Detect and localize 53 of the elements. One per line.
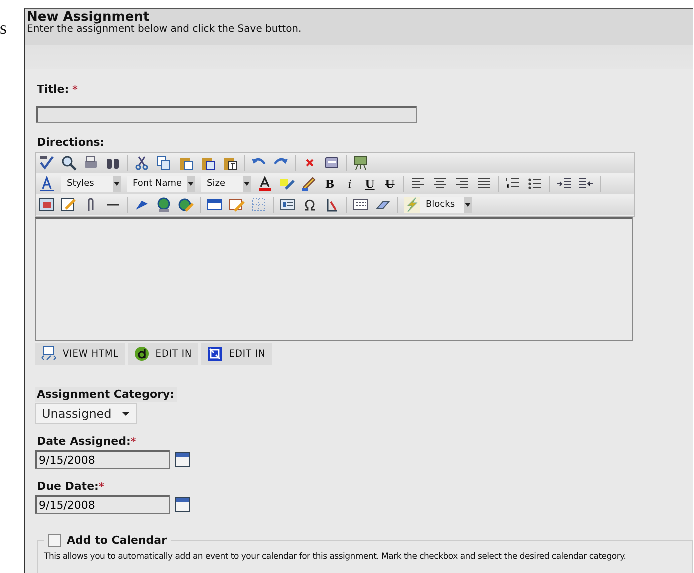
field-label: Title: * (36, 82, 79, 97)
editor-tab[interactable]: EDIT IN (201, 343, 272, 365)
page-title: New Assignment (27, 9, 150, 25)
frame-icon[interactable] (353, 197, 369, 213)
spellcheck-icon[interactable] (39, 155, 55, 171)
highlight-icon[interactable] (279, 176, 295, 192)
magnifier-icon[interactable] (61, 155, 77, 171)
letter-d-circle-icon (134, 346, 150, 362)
pencil-icon[interactable] (301, 176, 317, 192)
presentation-icon[interactable] (353, 155, 369, 171)
globe-icon[interactable] (156, 197, 172, 213)
text-box-icon[interactable] (280, 197, 296, 213)
edge-text: s (0, 17, 8, 40)
date-field[interactable]: 9/15/2008 (35, 495, 170, 514)
checkbox-label[interactable]: Add to Calendar (67, 534, 168, 547)
code-page-icon (41, 346, 57, 362)
scissors-icon[interactable] (134, 155, 150, 171)
edit-image-icon[interactable] (61, 197, 77, 213)
editor-tab[interactable]: VIEW HTML (35, 343, 125, 365)
field-label: Assignment Category: (35, 387, 177, 402)
text-style-icon[interactable] (39, 176, 55, 192)
editor-tab[interactable]: EDIT IN (128, 343, 198, 365)
date-field[interactable]: 9/15/2008 (35, 450, 170, 469)
category-select[interactable]: Unassigned (35, 403, 137, 424)
toolbar-dropdown[interactable]: Styles (61, 176, 121, 192)
field-label: Directions: (36, 135, 106, 150)
toolbar-dropdown[interactable]: Font Name (127, 176, 195, 192)
format-button[interactable]: U (363, 178, 377, 190)
calendar-description: This allows you to automatically add an event to your calendar for this assignment. Mark the checkbox and select the desired calendar category. (44, 552, 628, 562)
table-icon[interactable] (207, 197, 223, 213)
calendar-icon[interactable] (175, 497, 190, 512)
bullet-list-icon[interactable] (527, 176, 543, 192)
format-button[interactable]: i (343, 178, 357, 190)
globe-edit-icon[interactable] (178, 197, 194, 213)
table-edit-icon[interactable] (229, 197, 245, 213)
page-subtitle: Enter the assignment below and click the Save button. (27, 24, 303, 35)
arrows-square-icon (207, 346, 224, 362)
paste-text-icon[interactable] (222, 155, 238, 171)
omega-icon[interactable] (302, 197, 318, 213)
font-color-icon[interactable] (257, 176, 273, 192)
field-label: Date Assigned:* (36, 434, 138, 449)
calendar-checkbox[interactable] (48, 534, 61, 547)
image-icon[interactable] (39, 197, 55, 213)
copy-icon[interactable] (156, 155, 172, 171)
format-button[interactable]: U (383, 178, 397, 190)
title-field[interactable] (36, 106, 417, 123)
printer-icon[interactable] (83, 155, 99, 171)
toolbar-dropdown[interactable]: Size (201, 176, 251, 192)
calendar-icon[interactable] (175, 452, 190, 467)
blocks-dropdown[interactable]: Blocks (420, 197, 472, 213)
form-icon[interactable] (324, 155, 340, 171)
field-label: Due Date:* (36, 479, 106, 494)
format-button[interactable]: B (323, 178, 337, 190)
